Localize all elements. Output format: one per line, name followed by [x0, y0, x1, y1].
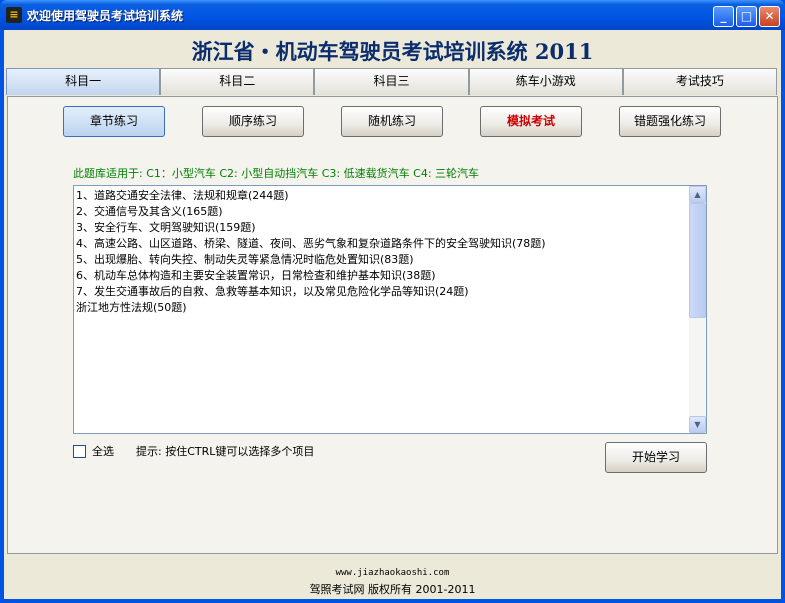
tab-subject-3[interactable]: 科目三	[314, 68, 469, 95]
scroll-thumb[interactable]	[689, 203, 706, 318]
client-area: 浙江省・机动车驾驶员考试培训系统 2011 科目一 科目二 科目三 练车小游戏 …	[4, 30, 781, 599]
scroll-down-icon[interactable]: ▼	[689, 416, 706, 433]
list-item[interactable]: 2、交通信号及其含义(165题)	[76, 204, 688, 220]
list-item[interactable]: 5、出现爆胎、转向失控、制动失灵等紧急情况时临危处置知识(83题)	[76, 252, 688, 268]
footer-copyright: 驾照考试网 版权所有 2001-2011	[309, 583, 476, 596]
tab-subject-1[interactable]: 科目一	[6, 68, 161, 95]
select-all-label: 全选	[92, 445, 114, 458]
tab-exam-tips[interactable]: 考试技巧	[622, 68, 778, 95]
vertical-scrollbar[interactable]: ▲ ▼	[689, 186, 706, 433]
maximize-button[interactable]: □	[736, 6, 757, 27]
ctrl-hint: 提示: 按住CTRL键可以选择多个项目	[136, 445, 315, 458]
chapter-practice-button[interactable]: 章节练习	[63, 106, 165, 137]
tab-subject-2[interactable]: 科目二	[160, 68, 315, 95]
checkbox-box[interactable]	[73, 444, 86, 458]
page-title: 浙江省・机动车驾驶员考试培训系统 2011	[191, 39, 594, 64]
start-study-button[interactable]: 开始学习	[605, 442, 707, 473]
list-item[interactable]: 4、高速公路、山区道路、桥梁、隧道、夜间、恶劣气象和复杂道路条件下的安全驾驶知识…	[76, 236, 688, 252]
list-item[interactable]: 7、发生交通事故后的自救、急救等基本知识，以及常见危险化学品等知识(24题)	[76, 284, 688, 300]
list-item[interactable]: 6、机动车总体构造和主要安全装置常识，日常检查和维护基本知识(38题)	[76, 268, 688, 284]
traffic-light-icon[interactable]: ≡	[6, 7, 22, 23]
select-all-checkbox[interactable]: 全选	[73, 443, 114, 459]
sequential-practice-button[interactable]: 顺序练习	[202, 106, 304, 137]
tab-practice-game[interactable]: 练车小游戏	[468, 68, 623, 95]
list-item[interactable]: 1、道路交通安全法律、法规和规章(244题)	[76, 188, 688, 204]
close-button[interactable]: ✕	[759, 6, 780, 27]
subject-1-panel: 章节练习 顺序练习 随机练习 模拟考试 错题强化练习 此题库适用于: C1：小型…	[7, 96, 778, 554]
window-title: 欢迎使用驾驶员考试培训系统	[27, 9, 184, 23]
list-item[interactable]: 浙江地方性法规(50题)	[76, 300, 688, 316]
mock-exam-button[interactable]: 模拟考试	[480, 106, 582, 137]
tab-bar: 科目一 科目二 科目三 练车小游戏 考试技巧	[6, 68, 778, 96]
app-window: ≡ 欢迎使用驾驶员考试培训系统 _ □ ✕ 浙江省・机动车驾驶员考试培训系统 2…	[0, 0, 785, 603]
minimize-button[interactable]: _	[713, 6, 734, 27]
scroll-up-icon[interactable]: ▲	[689, 186, 706, 203]
wrong-answer-practice-button[interactable]: 错题强化练习	[619, 106, 721, 137]
license-class-note: 此题库适用于: C1：小型汽车 C2: 小型自动挡汽车 C3: 低速载货汽车 C…	[73, 167, 480, 180]
chapter-listbox[interactable]: 1、道路交通安全法律、法规和规章(244题) 2、交通信号及其含义(165题) …	[73, 185, 707, 434]
footer-url[interactable]: www.jiazhaokaoshi.com	[4, 568, 781, 578]
random-practice-button[interactable]: 随机练习	[341, 106, 443, 137]
list-item[interactable]: 3、安全行车、文明驾驶知识(159题)	[76, 220, 688, 236]
title-bar[interactable]: ≡ 欢迎使用驾驶员考试培训系统 _ □ ✕	[0, 0, 785, 30]
